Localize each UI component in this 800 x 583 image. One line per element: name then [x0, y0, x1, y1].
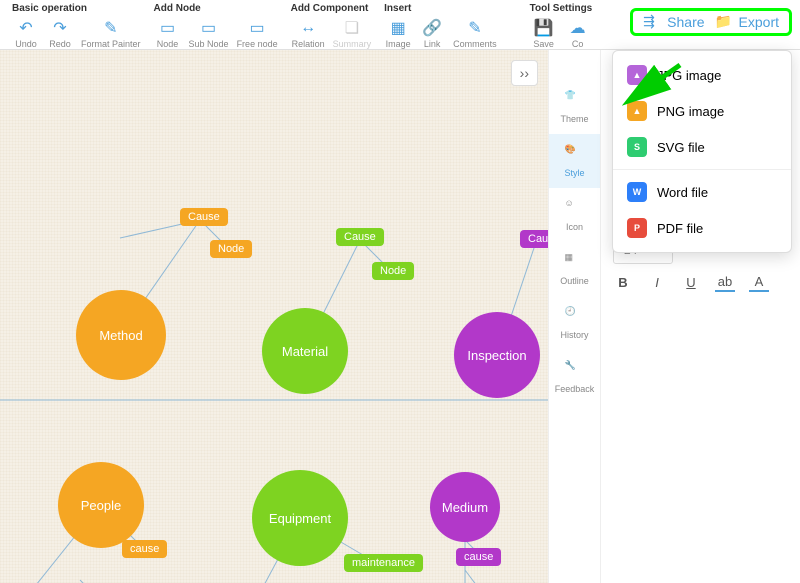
mindmap-node[interactable]: Equipment [252, 470, 348, 566]
canvas[interactable]: ›› MethodMaterialInspectionPeopleEquipme… [0, 50, 548, 583]
divider [613, 169, 791, 170]
comment-icon: ✎ [466, 19, 484, 37]
subnode-icon: ▭ [200, 19, 218, 37]
share-icon: ⇶ [643, 13, 661, 31]
sidebar-theme[interactable]: 👕Theme [549, 80, 600, 134]
mindmap-subnode[interactable]: Node [372, 262, 414, 280]
mindmap-subnode[interactable]: maintenance [344, 554, 423, 572]
summary-button[interactable]: ❏Summary [330, 17, 375, 51]
export-pdf[interactable]: PPDF file [613, 210, 791, 246]
summary-icon: ❏ [343, 19, 361, 37]
mindmap-node[interactable]: Material [262, 308, 348, 394]
group-basic: Basic operation [10, 0, 144, 17]
grid-icon: ▦ [565, 252, 585, 272]
image-icon: ▦ [389, 19, 407, 37]
pdf-icon: P [627, 218, 647, 238]
word-icon: W [627, 182, 647, 202]
palette-icon: 🎨 [565, 144, 585, 164]
italic-button[interactable]: I [647, 272, 667, 292]
group-addcomp: Add Component [289, 0, 375, 17]
node-button[interactable]: ▭Node [152, 17, 184, 51]
bold-button[interactable]: B [613, 272, 633, 292]
share-button[interactable]: ⇶Share [643, 13, 704, 31]
group-toolsettings: Tool Settings [528, 0, 595, 17]
toolbar: Basic operation ↶Undo ↷Redo ✎Format Pain… [0, 0, 800, 50]
export-word[interactable]: WWord file [613, 174, 791, 210]
sidebar-history[interactable]: 🕘History [549, 296, 600, 350]
relation-icon: ↔ [299, 19, 317, 37]
redo-button[interactable]: ↷Redo [44, 17, 76, 51]
sidebar-feedback[interactable]: 🔧Feedback [549, 350, 600, 404]
group-addnode: Add Node [152, 0, 281, 17]
export-button[interactable]: 📁Export [715, 13, 779, 31]
right-sidebar: 👕Theme 🎨Style ☺Icon ▦Outline 🕘History 🔧F… [548, 50, 600, 583]
node-icon: ▭ [159, 19, 177, 37]
export-svg[interactable]: SSVG file [613, 129, 791, 165]
underline-button[interactable]: U [681, 272, 701, 292]
link-icon: 🔗 [423, 19, 441, 37]
brush-icon: ✎ [102, 19, 120, 37]
mindmap-subnode[interactable]: cause [122, 540, 167, 558]
sidebar-icon[interactable]: ☺Icon [549, 188, 600, 242]
text-color-button[interactable]: A [749, 272, 769, 292]
mindmap-node[interactable]: Inspection [454, 312, 540, 398]
mindmap-subnode[interactable]: cause [456, 548, 501, 566]
freenode-icon: ▭ [248, 19, 266, 37]
smile-icon: ☺ [565, 198, 585, 218]
redo-icon: ↷ [51, 19, 69, 37]
sidebar-style[interactable]: 🎨Style [549, 134, 600, 188]
mindmap-node[interactable]: People [58, 462, 144, 548]
export-folder-icon: 📁 [715, 13, 733, 31]
share-export-bar: ⇶Share 📁Export [630, 8, 792, 36]
relation-button[interactable]: ↔Relation [289, 17, 328, 51]
undo-button[interactable]: ↶Undo [10, 17, 42, 51]
format-painter-button[interactable]: ✎Format Painter [78, 17, 144, 51]
shirt-icon: 👕 [565, 90, 585, 110]
highlight-button[interactable]: ab [715, 272, 735, 292]
freenode-button[interactable]: ▭Free node [234, 17, 281, 51]
undo-icon: ↶ [17, 19, 35, 37]
mindmap-subnode[interactable]: Cause [180, 208, 228, 226]
svg-icon: S [627, 137, 647, 157]
subnode-button[interactable]: ▭Sub Node [186, 17, 232, 51]
image-button[interactable]: ▦Image [382, 17, 414, 51]
cloud-button[interactable]: ☁Co [562, 17, 594, 51]
mindmap-node[interactable]: Medium [430, 472, 500, 542]
annotation-arrow [620, 60, 700, 120]
clock-icon: 🕘 [565, 306, 585, 326]
mindmap-subnode[interactable]: Cause [336, 228, 384, 246]
link-button[interactable]: 🔗Link [416, 17, 448, 51]
group-insert: Insert [382, 0, 500, 17]
comments-button[interactable]: ✎Comments [450, 17, 500, 51]
save-icon: 💾 [535, 19, 553, 37]
wrench-icon: 🔧 [565, 360, 585, 380]
mindmap-subnode[interactable]: Cau [520, 230, 548, 248]
cloud-icon: ☁ [569, 19, 587, 37]
sidebar-outline[interactable]: ▦Outline [549, 242, 600, 296]
save-button[interactable]: 💾Save [528, 17, 560, 51]
mindmap-node[interactable]: Method [76, 290, 166, 380]
mindmap-subnode[interactable]: Node [210, 240, 252, 258]
